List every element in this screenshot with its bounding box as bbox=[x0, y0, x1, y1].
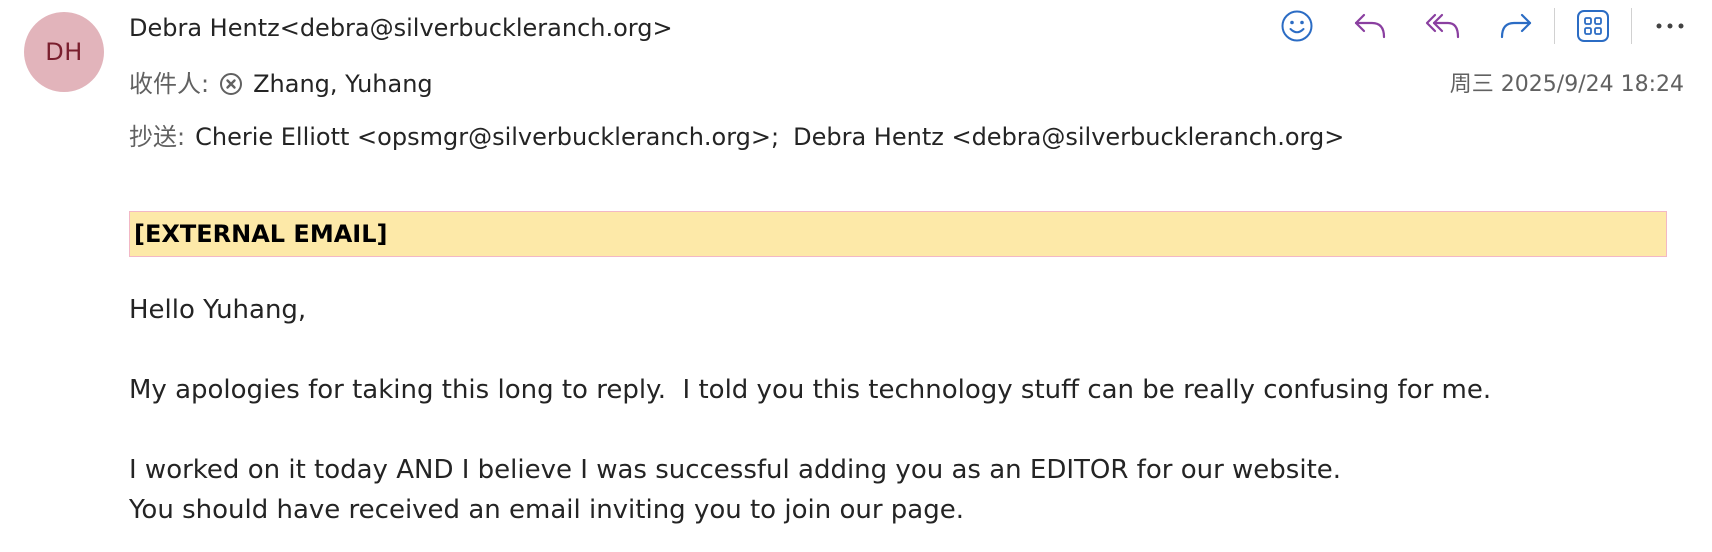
forward-icon bbox=[1500, 13, 1532, 39]
reply-all-button[interactable] bbox=[1421, 4, 1465, 48]
apps-button[interactable] bbox=[1571, 4, 1615, 48]
to-line: 收件人: Zhang, Yuhang bbox=[129, 66, 433, 102]
toolbar-divider bbox=[1554, 8, 1555, 44]
body-paragraph: I worked on it today AND I believe I was… bbox=[129, 455, 1342, 485]
body-paragraph: You should have received an email inviti… bbox=[129, 495, 964, 525]
toolbar-divider bbox=[1631, 8, 1632, 44]
sent-date: 周三 2025/9/24 18:24 bbox=[1449, 72, 1684, 97]
body-paragraph: My apologies for taking this long to rep… bbox=[129, 375, 1492, 405]
message-body: Hello Yuhang, My apologies for taking th… bbox=[129, 290, 1491, 530]
more-actions-button[interactable] bbox=[1648, 4, 1692, 48]
emoji-reaction-button[interactable] bbox=[1275, 4, 1319, 48]
cc-label: 抄送: bbox=[129, 123, 186, 151]
reply-button[interactable] bbox=[1348, 4, 1392, 48]
to-recipient[interactable]: Zhang, Yuhang bbox=[253, 66, 433, 102]
reply-icon bbox=[1354, 13, 1386, 39]
emoji-icon bbox=[1281, 10, 1313, 42]
cc-line: 抄送: Cherie Elliott <opsmgr@silverbuckler… bbox=[129, 119, 1358, 155]
to-label: 收件人: bbox=[129, 70, 210, 98]
avatar[interactable]: DH bbox=[24, 12, 104, 92]
avatar-initials: DH bbox=[45, 38, 83, 66]
apps-icon bbox=[1577, 10, 1609, 42]
greeting: Hello Yuhang, bbox=[129, 295, 307, 325]
sender-name[interactable]: Debra Hentz<debra@silverbuckleranch.org> bbox=[129, 10, 673, 46]
external-email-banner: [EXTERNAL EMAIL] bbox=[129, 211, 1667, 257]
message-toolbar bbox=[1275, 4, 1692, 48]
cc-recipient[interactable]: Cherie Elliott <opsmgr@silverbuckleranch… bbox=[195, 119, 779, 155]
remove-recipient-icon[interactable] bbox=[219, 72, 243, 96]
reply-all-icon bbox=[1425, 13, 1460, 39]
cc-recipient[interactable]: Debra Hentz <debra@silverbuckleranch.org… bbox=[793, 119, 1344, 155]
forward-button[interactable] bbox=[1494, 4, 1538, 48]
more-icon bbox=[1656, 23, 1684, 29]
